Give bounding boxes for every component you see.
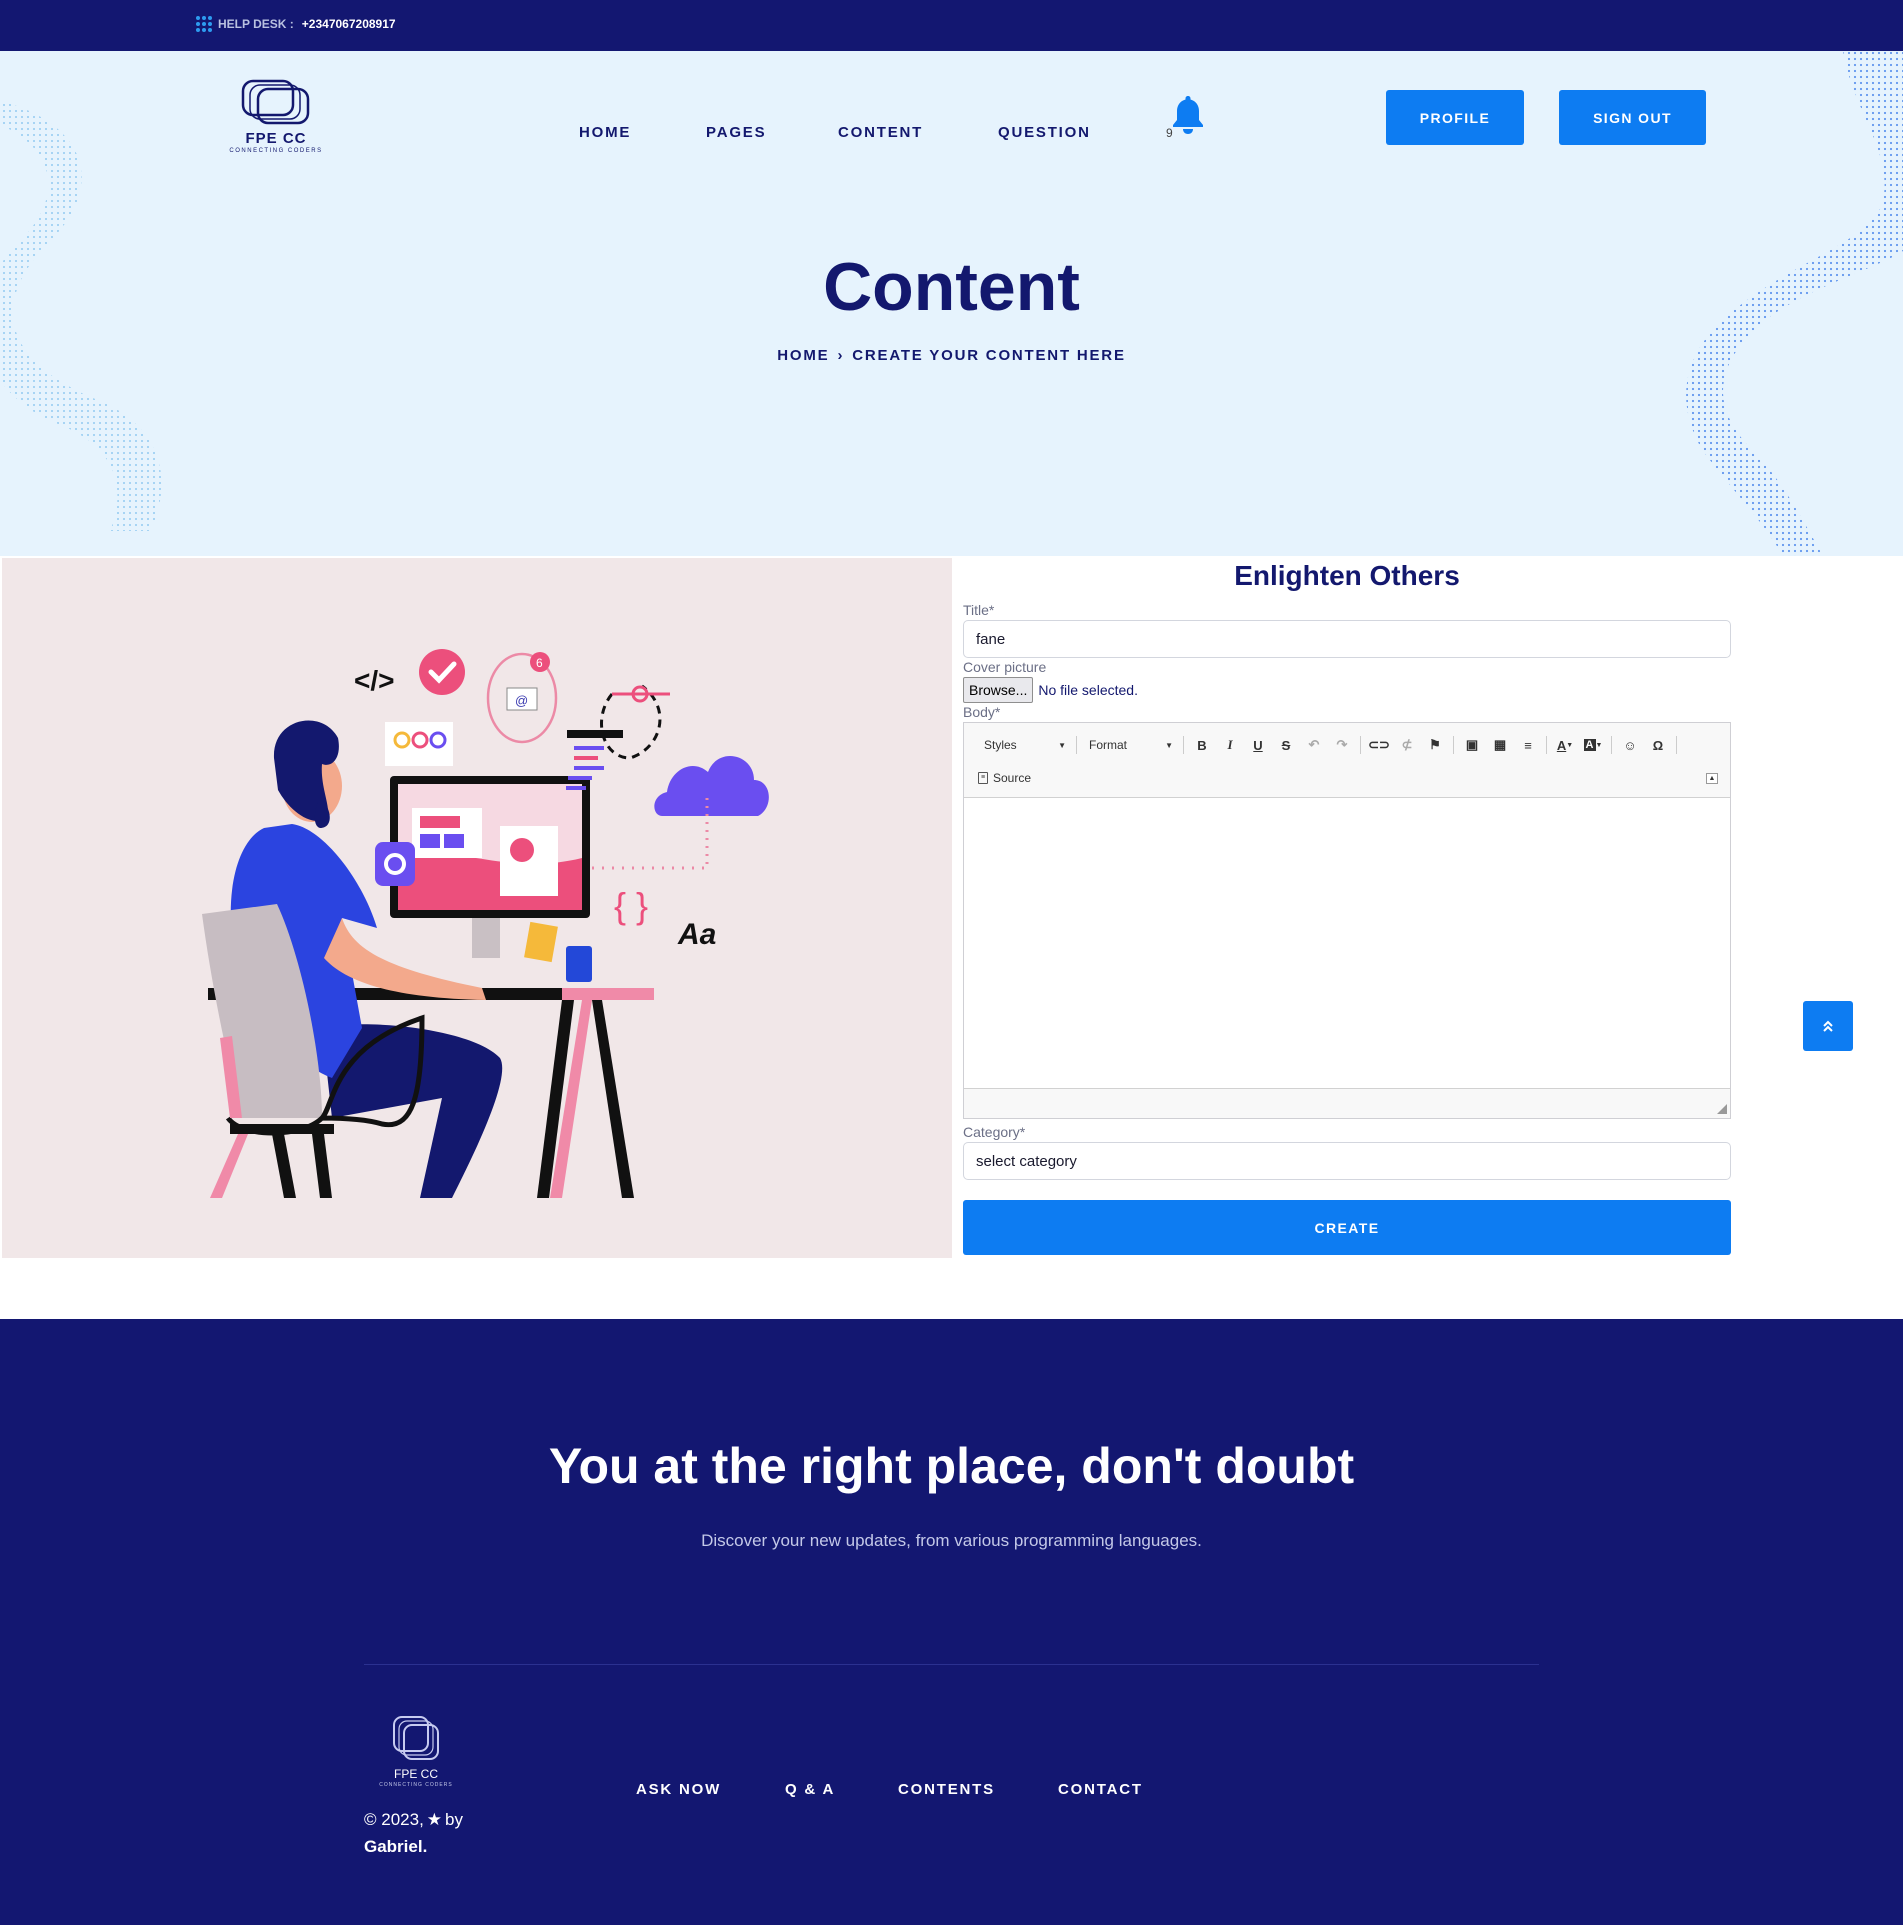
developer-illustration: </> @ 6 {} Aa — [2, 558, 952, 1258]
image-icon[interactable]: ▣ — [1458, 734, 1486, 756]
toolbar-separator — [1360, 736, 1361, 754]
file-status: No file selected. — [1038, 682, 1138, 698]
top-bar: HELP DESK : +2347067208917 — [0, 0, 1903, 51]
helpdesk-phone[interactable]: +2347067208917 — [302, 17, 396, 31]
toolbar-separator — [1546, 736, 1547, 754]
svg-text:@: @ — [515, 693, 528, 708]
helpdesk-label: HELP DESK : — [218, 17, 294, 31]
footer-link-qa[interactable]: Q & A — [785, 1781, 835, 1798]
format-dropdown-label: Format — [1089, 738, 1128, 752]
brand-name: FPE CC — [245, 130, 307, 147]
footer-headline: You at the right place, don't doubt — [548, 1438, 1355, 1494]
format-dropdown[interactable]: Format ▼ — [1081, 734, 1179, 756]
toolbar-separator — [1611, 736, 1612, 754]
title-input[interactable]: fane — [963, 620, 1731, 658]
copyright: © 2023, ★ by Gabriel. — [364, 1806, 463, 1860]
category-select[interactable]: select category — [963, 1142, 1731, 1180]
body-label: Body* — [963, 704, 1001, 720]
footer-link-contact[interactable]: CONTACT — [1058, 1781, 1143, 1798]
resize-handle-icon[interactable] — [1717, 1104, 1727, 1114]
cover-picture-field: Browse... No file selected. — [963, 677, 1138, 703]
nav-content[interactable]: CONTENT — [838, 124, 923, 141]
category-label: Category* — [963, 1124, 1026, 1140]
strikethrough-icon[interactable]: S — [1272, 734, 1300, 756]
nav-pages[interactable]: PAGES — [706, 124, 766, 141]
editor-content-area[interactable] — [964, 798, 1730, 1089]
redo-icon[interactable]: ↷ — [1328, 734, 1356, 756]
nav-home[interactable]: HOME — [579, 124, 631, 141]
chevron-right-icon: › — [837, 347, 845, 364]
footer-brand-name: FPE CC — [393, 1767, 438, 1781]
logo-mark-icon — [393, 1716, 439, 1760]
smiley-icon[interactable]: ☺ — [1616, 734, 1644, 756]
styles-dropdown[interactable]: Styles ▼ — [976, 734, 1072, 756]
brand-tagline: CONNECTING CODERS — [229, 148, 323, 154]
developer-at-desk-image: </> @ 6 {} Aa — [202, 649, 769, 1198]
source-icon: ≡ — [978, 772, 988, 784]
profile-button[interactable]: PROFILE — [1386, 90, 1524, 145]
page-title: Content — [823, 249, 1080, 325]
breadcrumb-home[interactable]: HOME — [777, 347, 829, 364]
anchor-flag-icon[interactable]: ⚑ — [1421, 734, 1449, 756]
link-icon[interactable]: ⊂⊃ — [1365, 734, 1393, 756]
breadcrumb-current: CREATE YOUR CONTENT HERE — [852, 347, 1126, 364]
sign-out-button[interactable]: SIGN OUT — [1559, 90, 1706, 145]
logo-mark-icon — [241, 79, 310, 125]
italic-icon[interactable]: I — [1216, 734, 1244, 756]
breadcrumb: HOME › CREATE YOUR CONTENT HERE — [0, 347, 1903, 364]
svg-text:</>: </> — [354, 665, 394, 696]
scroll-to-top-button[interactable] — [1803, 1001, 1853, 1051]
copyright-prefix: © 2023, — [364, 1810, 424, 1829]
underline-icon[interactable]: U — [1244, 734, 1272, 756]
source-label: Source — [993, 771, 1032, 785]
table-icon[interactable]: ▦ — [1486, 734, 1514, 756]
footer-divider — [364, 1664, 1539, 1665]
undo-icon[interactable]: ↶ — [1300, 734, 1328, 756]
unlink-icon[interactable]: ⊄ — [1393, 734, 1421, 756]
rich-text-editor: Styles ▼ Format ▼ B I U S ↶ ↷ ⊂⊃ ⊄ ⚑ ▣ ▦ ≡… — [963, 722, 1731, 1119]
horizontal-rule-icon[interactable]: ≡ — [1514, 734, 1542, 756]
star-icon: ★ — [426, 1810, 443, 1829]
collapse-toolbar-icon[interactable]: ▲ — [1706, 773, 1718, 784]
footer-link-contents[interactable]: CONTENTS — [898, 1781, 995, 1798]
footer-link-ask-now[interactable]: ASK NOW — [636, 1781, 721, 1798]
footer-brand-tagline: CONNECTING CODERS — [379, 1782, 453, 1788]
browse-button[interactable]: Browse... — [963, 677, 1034, 703]
svg-text:6: 6 — [536, 656, 543, 670]
toolbar-separator — [1676, 736, 1677, 754]
editor-toolbar: Styles ▼ Format ▼ B I U S ↶ ↷ ⊂⊃ ⊄ ⚑ ▣ ▦ ≡… — [964, 723, 1730, 798]
brand-logo[interactable]: FPE CC CONNECTING CODERS — [218, 78, 334, 158]
text-color-icon[interactable]: A ▼ — [1551, 734, 1579, 756]
copyright-author: Gabriel. — [364, 1837, 428, 1856]
background-color-icon[interactable]: A ▼ — [1579, 734, 1607, 756]
double-chevron-up-icon — [1823, 1020, 1833, 1032]
cover-picture-label: Cover picture — [963, 659, 1047, 675]
helpdesk-info: HELP DESK : +2347067208917 — [196, 16, 396, 32]
styles-dropdown-label: Styles — [984, 738, 1017, 752]
source-button[interactable]: ≡ Source — [978, 767, 1031, 789]
bell-icon[interactable] — [1170, 94, 1206, 136]
footer-logo[interactable]: FPE CC CONNECTING CODERS — [372, 1715, 460, 1795]
title-label: Title* — [963, 602, 995, 618]
svg-text:Aa: Aa — [677, 918, 716, 951]
svg-text:{ }: { } — [614, 885, 648, 926]
form-heading: Enlighten Others — [1234, 560, 1460, 591]
toolbar-separator — [1183, 736, 1184, 754]
special-character-icon[interactable]: Ω — [1644, 734, 1672, 756]
bold-icon[interactable]: B — [1188, 734, 1216, 756]
caret-down-icon: ▼ — [1058, 740, 1066, 750]
editor-footer — [964, 1088, 1730, 1118]
footer: You at the right place, don't doubt Disc… — [0, 1319, 1903, 1925]
toolbar-separator — [1076, 736, 1077, 754]
caret-down-icon: ▼ — [1165, 740, 1173, 750]
footer-subline: Discover your new updates, from various … — [701, 1531, 1202, 1550]
toolbar-separator — [1453, 736, 1454, 754]
dial-pad-icon — [196, 16, 212, 32]
copyright-by: by — [445, 1810, 464, 1829]
nav-question[interactable]: QUESTION — [998, 124, 1091, 141]
notification-count: 9 — [1166, 126, 1173, 140]
create-button[interactable]: CREATE — [963, 1200, 1731, 1255]
